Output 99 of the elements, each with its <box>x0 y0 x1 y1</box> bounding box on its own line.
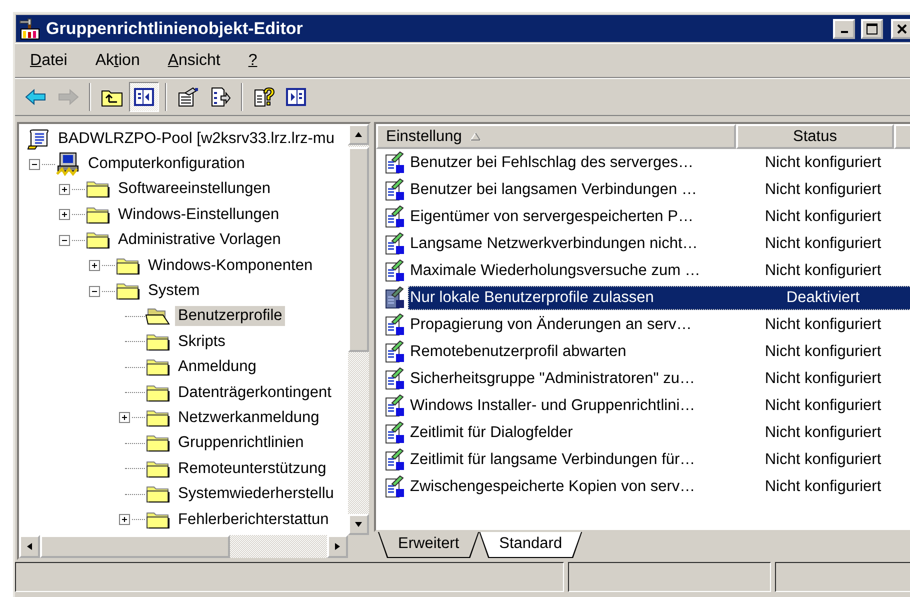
tree-item[interactable]: Windows-Komponenten <box>145 256 316 276</box>
menu-item[interactable]: ? <box>239 50 266 72</box>
scroll-left-button[interactable] <box>19 535 40 558</box>
forward-arrow-icon <box>57 89 79 105</box>
setting-name: Nur lokale Benutzerprofile zulassen <box>409 288 655 306</box>
list-row[interactable]: Zwischengespeicherte Kopien von serv… Nicht konfiguriert <box>408 474 910 498</box>
list-row[interactable]: Maximale Wiederholungsversuche zum … Nicht konfiguriert <box>408 258 910 282</box>
app-icon <box>19 18 41 40</box>
expand-toggle[interactable] <box>119 514 130 526</box>
expand-toggle[interactable] <box>59 184 70 195</box>
setting-status: Nicht konfiguriert <box>764 154 882 172</box>
setting-name: Sicherheitsgruppe "Administratoren" zu… <box>409 370 696 388</box>
tree-item[interactable]: Anmeldung <box>175 357 260 378</box>
tree-item[interactable]: Remoteunterstützung <box>175 458 330 479</box>
list-row[interactable]: Propagierung von Änderungen an serv… Nicht konfiguriert <box>408 312 910 336</box>
tree-item[interactable]: Windows-Einstellungen <box>115 204 282 225</box>
close-button[interactable] <box>891 18 910 38</box>
list-row[interactable]: Nur lokale Benutzerprofile zulassen Deaktiviert <box>408 286 910 310</box>
list-row[interactable]: Sicherheitsgruppe "Administratoren" zu… Nicht konfiguriert <box>408 366 910 390</box>
export-list-icon <box>209 87 231 107</box>
action-pane-icon <box>286 88 306 106</box>
left-triangle-icon <box>25 542 34 551</box>
setting-name: Windows Installer- und Gruppenrichtlini… <box>409 396 696 414</box>
tree-item[interactable]: System <box>145 281 203 302</box>
setting-status: Nicht konfiguriert <box>764 396 882 414</box>
setting-status: Nicht konfiguriert <box>764 478 882 496</box>
tree-item[interactable]: Gruppenrichtlinien <box>175 433 307 454</box>
tree-item[interactable]: Softwareeinstellungen <box>115 179 274 200</box>
tree-item[interactable]: Netzwerkanmeldung <box>175 408 322 428</box>
tree-item[interactable]: Systemwiederherstellu <box>175 484 337 504</box>
minimize-button[interactable] <box>833 18 855 38</box>
list-row[interactable]: Benutzer bei Fehlschlag des serverges… Nicht konfiguriert <box>408 150 910 174</box>
properties-icon <box>177 87 199 107</box>
setting-status: Nicht konfiguriert <box>764 180 882 198</box>
scroll-up-button[interactable] <box>348 124 369 145</box>
expand-toggle[interactable] <box>59 209 70 220</box>
list-row[interactable]: Benutzer bei langsamen Verbindungen … Nicht konfiguriert <box>408 178 910 202</box>
setting-status: Nicht konfiguriert <box>764 234 882 252</box>
setting-status: Nicht konfiguriert <box>764 262 882 280</box>
setting-status: Nicht konfiguriert <box>764 342 882 360</box>
setting-name: Maximale Wiederholungsversuche zum … <box>409 262 702 280</box>
collapse-toggle[interactable] <box>29 158 40 170</box>
tree-item[interactable]: Skripts <box>175 332 228 352</box>
setting-name: Propagierung von Änderungen an serv… <box>409 316 693 334</box>
tree-pane-icon <box>134 88 154 106</box>
column-header[interactable]: Status <box>736 124 894 149</box>
setting-name: Zwischengespeicherte Kopien von serv… <box>409 478 696 496</box>
computer-icon <box>55 152 81 176</box>
window-title: Gruppenrichtlinienobjekt-Editor <box>46 18 304 38</box>
tree-item[interactable]: Datenträgerkontingent <box>175 382 334 403</box>
collapse-toggle[interactable] <box>59 234 70 246</box>
close-icon <box>897 24 907 34</box>
setting-name: Zeitlimit für langsame Verbindungen für… <box>409 450 696 468</box>
horizontal-scrollbar[interactable] <box>19 535 348 558</box>
maximize-icon <box>866 22 878 34</box>
menu-item[interactable]: Datei <box>21 50 76 72</box>
scroll-icon <box>27 128 51 150</box>
down-triangle-icon <box>354 520 363 529</box>
setting-status: Deaktiviert <box>785 288 861 306</box>
right-triangle-icon <box>333 542 342 551</box>
column-header[interactable]: Einstellung <box>376 124 736 149</box>
expand-toggle[interactable] <box>119 412 130 424</box>
menu-item[interactable]: Ansicht <box>158 50 230 72</box>
collapse-toggle[interactable] <box>89 286 100 297</box>
setting-name: Langsame Netzwerkverbindungen nicht… <box>409 234 699 252</box>
list-row[interactable]: Windows Installer- und Gruppenrichtlini… Nicht konfiguriert <box>408 394 910 418</box>
setting-status: Nicht konfiguriert <box>764 208 882 226</box>
tree-item[interactable]: Fehlerberichterstattun <box>175 510 332 530</box>
menu-item[interactable]: Aktion <box>86 50 149 72</box>
expand-toggle[interactable] <box>89 260 100 272</box>
tab[interactable]: Erweitert <box>378 532 480 558</box>
setting-name: Benutzer bei langsamen Verbindungen … <box>409 180 698 198</box>
scroll-right-button[interactable] <box>327 535 348 558</box>
list-row[interactable]: Remotebenutzerprofil abwarten Nicht konfiguriert <box>408 340 910 364</box>
toolbar-button[interactable] <box>129 82 159 112</box>
maximize-button[interactable] <box>861 18 883 38</box>
tree-item[interactable]: Administrative Vorlagen <box>115 230 284 250</box>
vertical-scrollbar[interactable] <box>348 124 369 535</box>
list-row[interactable]: Zeitlimit für Dialogfelder Nicht konfiguriert <box>408 420 910 444</box>
setting-status: Nicht konfiguriert <box>764 450 882 468</box>
setting-name: Benutzer bei Fehlschlag des serverges… <box>409 154 694 172</box>
tree-item[interactable]: Benutzerprofile <box>175 306 286 326</box>
setting-name: Zeitlimit für Dialogfelder <box>409 424 574 442</box>
setting-status: Nicht konfiguriert <box>764 370 882 388</box>
help-icon <box>253 87 275 107</box>
up-triangle-icon <box>354 130 363 139</box>
minimize-icon <box>840 30 848 32</box>
list-row[interactable]: Zeitlimit für langsame Verbindungen für… Nicht konfiguriert <box>408 448 910 472</box>
setting-name: Remotebenutzerprofil abwarten <box>409 342 628 360</box>
scroll-down-button[interactable] <box>348 514 369 535</box>
tree-item[interactable]: BADWLRZPO-Pool [w2ksrv33.lrz.lrz-mu <box>55 128 338 149</box>
tab[interactable]: Standard <box>479 532 582 558</box>
tree-item[interactable]: Computerkonfiguration <box>85 154 248 174</box>
setting-status: Nicht konfiguriert <box>764 316 882 334</box>
setting-status: Nicht konfiguriert <box>764 424 882 442</box>
setting-name: Eigentümer von servergespeicherten P… <box>409 208 694 226</box>
list-row[interactable]: Langsame Netzwerkverbindungen nicht… Nicht konfiguriert <box>408 232 910 256</box>
back-arrow-icon <box>25 89 47 105</box>
list-row[interactable]: Eigentümer von servergespeicherten P… Nicht konfiguriert <box>408 204 910 228</box>
